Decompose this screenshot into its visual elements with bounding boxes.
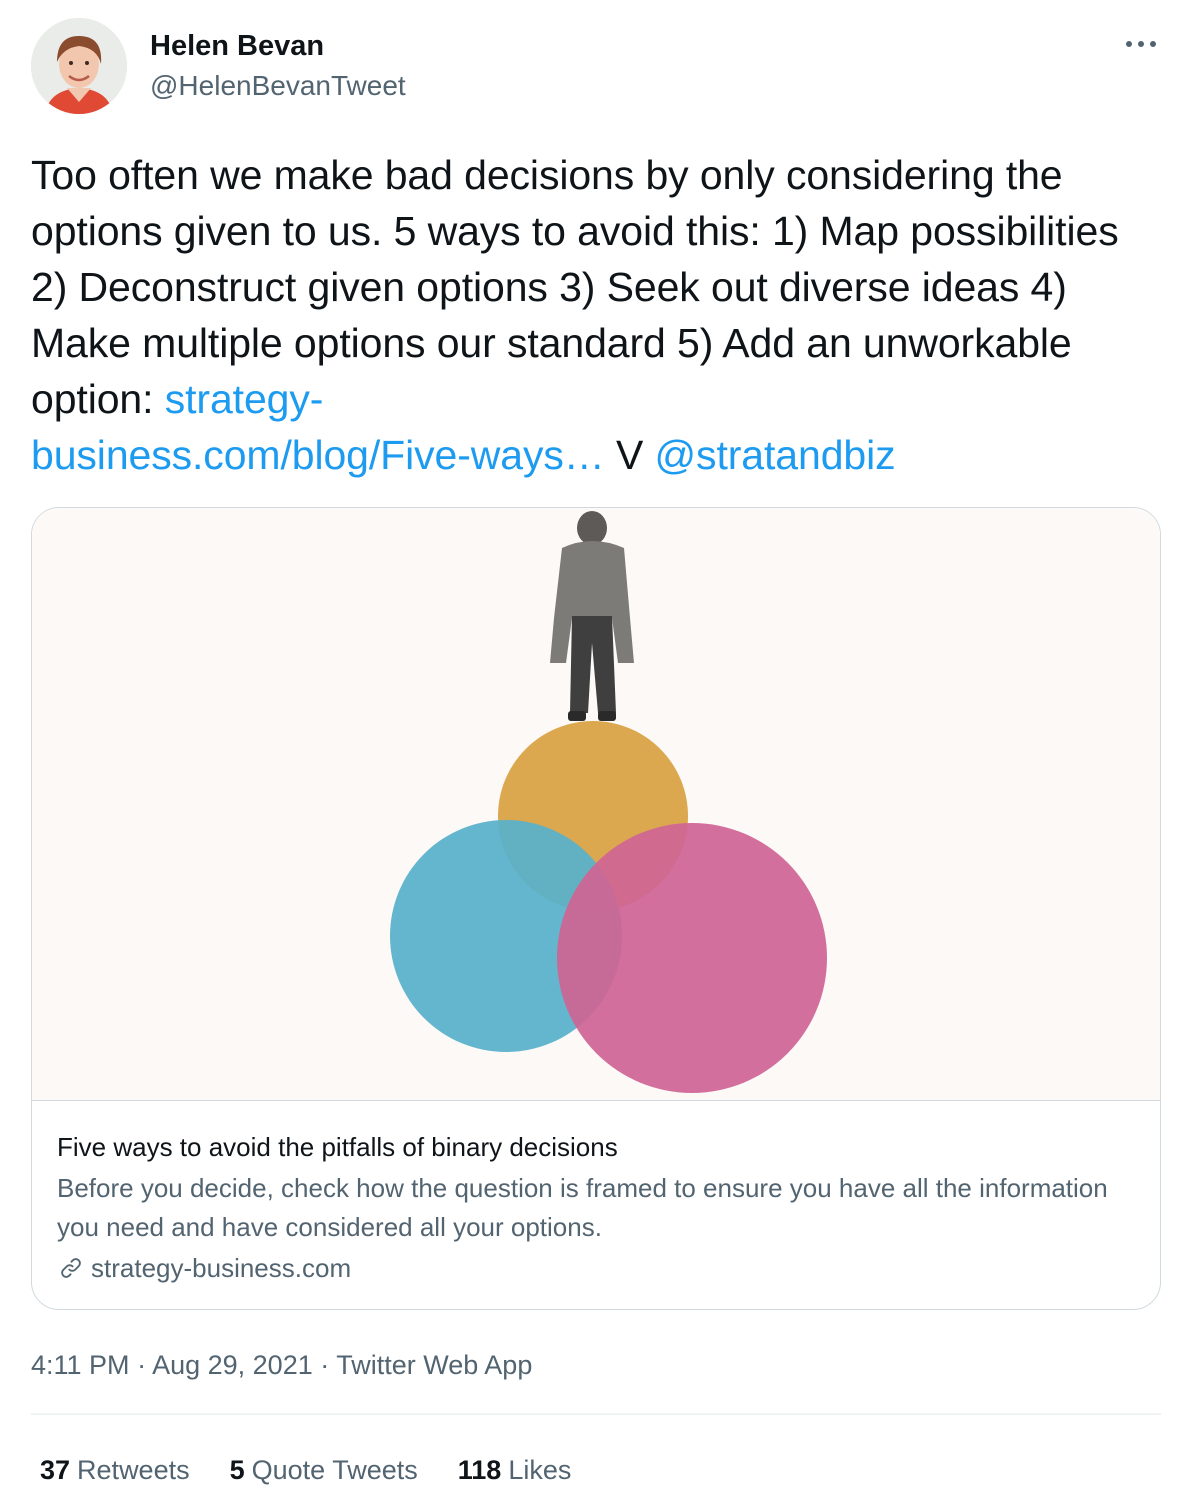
card-title: Five ways to avoid the pitfalls of binar… bbox=[57, 1132, 618, 1162]
card-description: Before you decide, check how the questio… bbox=[57, 1173, 1108, 1242]
engagement-stats: 37 Retweets 5 Quote Tweets 118 Likes bbox=[40, 1450, 611, 1490]
avatar-image bbox=[31, 18, 127, 114]
link-card[interactable]: Five ways to avoid the pitfalls of binar… bbox=[31, 507, 1161, 1310]
card-illustration bbox=[32, 508, 1160, 1100]
tweet-date[interactable]: Aug 29, 2021 bbox=[152, 1350, 313, 1380]
tweet-text: Too often we make bad decisions by only … bbox=[31, 147, 1161, 483]
author-name[interactable]: Helen Bevan bbox=[150, 28, 324, 64]
divider bbox=[31, 1413, 1161, 1415]
tweet-text-via: V bbox=[604, 432, 655, 478]
likes-count: 118 bbox=[457, 1455, 502, 1485]
article-link-line1: strategy- bbox=[164, 376, 324, 422]
author-avatar[interactable] bbox=[31, 18, 127, 114]
meta-separator-1: · bbox=[129, 1350, 153, 1380]
author-handle[interactable]: @HelenBevanTweet bbox=[150, 68, 406, 104]
tweet-time[interactable]: 4:11 PM bbox=[31, 1350, 130, 1380]
more-options-button[interactable] bbox=[1117, 26, 1165, 62]
card-image bbox=[32, 508, 1160, 1101]
meta-separator-2: · bbox=[312, 1350, 337, 1380]
quote-tweets-count: 5 bbox=[229, 1455, 245, 1485]
article-link-line2: business.com/blog/Five-ways… bbox=[31, 432, 605, 478]
card-domain: strategy-business.com bbox=[57, 1250, 351, 1286]
tweet-source[interactable]: Twitter Web App bbox=[336, 1350, 532, 1380]
likes-label: Likes bbox=[508, 1455, 572, 1485]
tweet-meta: 4:11 PM · Aug 29, 2021 · Twitter Web App bbox=[31, 1345, 532, 1385]
quote-tweets-label: Quote Tweets bbox=[251, 1455, 418, 1485]
retweets-count: 37 bbox=[40, 1455, 71, 1485]
more-dots-icon bbox=[1126, 41, 1156, 47]
likes-stat[interactable]: 118 Likes bbox=[458, 1450, 572, 1490]
quote-tweets-stat[interactable]: 5 Quote Tweets bbox=[230, 1450, 418, 1490]
mention-link[interactable]: @stratandbiz bbox=[655, 432, 896, 478]
link-icon bbox=[61, 1258, 81, 1278]
card-domain-text: strategy-business.com bbox=[91, 1253, 352, 1283]
retweets-label: Retweets bbox=[77, 1455, 190, 1485]
retweets-stat[interactable]: 37 Retweets bbox=[40, 1450, 190, 1490]
